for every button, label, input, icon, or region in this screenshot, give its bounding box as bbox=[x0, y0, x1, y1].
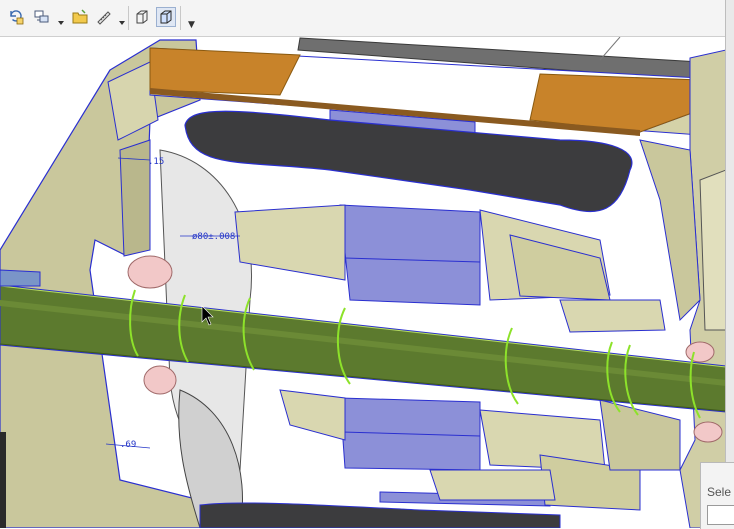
view-manager-icon[interactable] bbox=[32, 7, 52, 27]
winding-bottom bbox=[199, 502, 561, 528]
motor-assembly-model bbox=[0, 37, 726, 528]
bearing-right-bottom bbox=[693, 421, 723, 443]
measure-dropdown-icon[interactable] bbox=[118, 12, 126, 25]
bearing-left-bottom bbox=[143, 365, 177, 395]
cad-viewport[interactable]: .15 ø80±.008 .69 bbox=[0, 37, 726, 528]
dimension-label-mid: ø80±.008 bbox=[192, 232, 236, 242]
copper-band-left bbox=[149, 47, 301, 96]
dimension-label-bottom: .69 bbox=[120, 440, 137, 450]
view-manager-dropdown-icon[interactable] bbox=[57, 12, 65, 25]
dark-edge bbox=[0, 432, 6, 528]
bearing-right-top bbox=[685, 341, 715, 363]
toolbar-separator bbox=[128, 6, 129, 30]
selection-field[interactable] bbox=[707, 505, 734, 525]
toolbar-more-icon[interactable]: ▼ bbox=[188, 12, 196, 30]
dimension-label-top: .15 bbox=[148, 157, 165, 167]
stator-lamination-mid bbox=[339, 204, 481, 306]
measure-ruler-icon[interactable] bbox=[94, 7, 114, 27]
wireframe-cube-icon[interactable] bbox=[132, 7, 152, 27]
bearing-left-top bbox=[127, 255, 173, 289]
open-folder-icon[interactable] bbox=[70, 7, 90, 27]
toolbar-separator bbox=[180, 6, 181, 30]
right-scroll-strip[interactable] bbox=[725, 0, 734, 528]
toolbar-more-label: ▼ bbox=[188, 20, 195, 30]
selection-label: Sele bbox=[707, 485, 732, 499]
selection-panel[interactable]: Sele bbox=[700, 462, 734, 529]
refit-icon[interactable] bbox=[6, 7, 26, 27]
toolbar: ▼ bbox=[0, 0, 726, 37]
shaded-cube-icon[interactable] bbox=[156, 7, 176, 27]
